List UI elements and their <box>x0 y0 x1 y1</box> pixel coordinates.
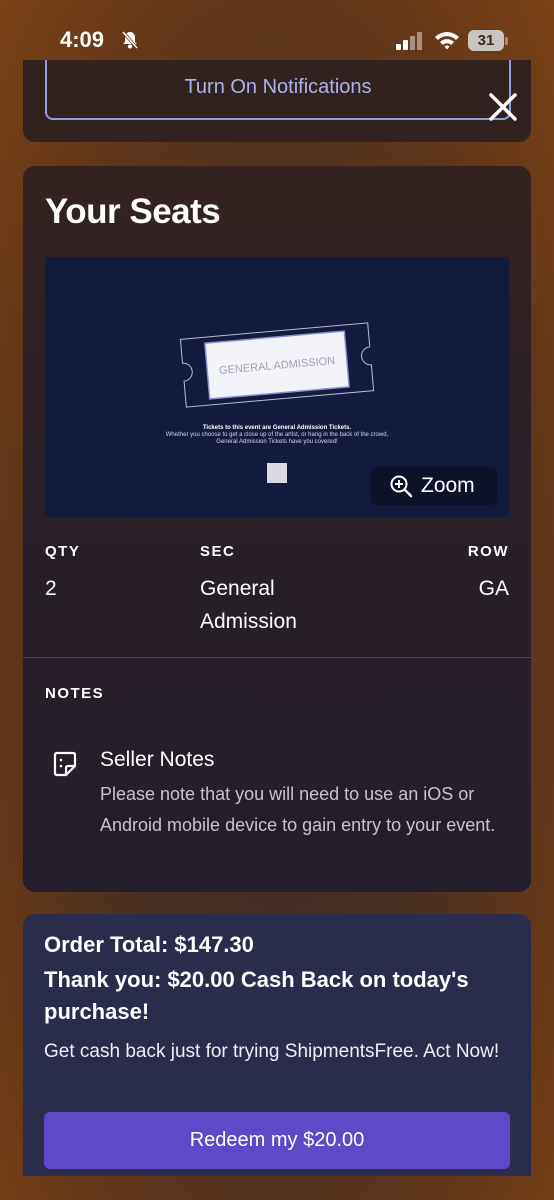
zoom-label: Zoom <box>421 474 475 497</box>
notification-card: Turn On Notifications <box>23 60 531 142</box>
row-label: ROW <box>467 543 509 560</box>
notes-label: NOTES <box>45 685 105 702</box>
cash-back-message: Thank you: $20.00 Cash Back on today's p… <box>44 967 469 1024</box>
divider <box>23 657 531 658</box>
battery-indicator: 31 <box>468 30 504 51</box>
zoom-button[interactable]: Zoom <box>371 467 497 505</box>
qty-value: 2 <box>45 577 57 600</box>
promo-text: Get cash back just for trying ShipmentsF… <box>44 1041 500 1062</box>
map-caption-text: Whether you choose to get a close up of … <box>165 432 389 445</box>
map-caption: Tickets to this event are General Admiss… <box>165 425 389 446</box>
redeem-button[interactable]: Redeem my $20.00 <box>44 1112 510 1169</box>
sec-value-line1: General <box>200 577 275 600</box>
order-summary-card: Order Total: $147.30 Thank you: $20.00 C… <box>23 914 531 1176</box>
order-total: Order Total: $147.30 <box>44 932 254 957</box>
sticky-note-icon <box>53 751 77 777</box>
zoom-in-icon <box>390 475 413 498</box>
row-value: GA <box>478 577 509 600</box>
status-time: 4:09 <box>60 27 105 52</box>
signal-icon <box>396 32 422 50</box>
seat-map[interactable]: GENERAL ADMISSION Tickets to this event … <box>45 257 509 517</box>
sec-value-line2: Admission <box>200 610 297 633</box>
ticket-illustration: GENERAL ADMISSION <box>179 322 375 408</box>
seats-title: Your Seats <box>45 192 221 231</box>
qty-label: QTY <box>45 543 81 560</box>
map-marker <box>267 463 287 483</box>
bell-off-icon <box>121 31 139 49</box>
sec-label: SEC <box>200 543 236 560</box>
wifi-icon <box>435 32 459 50</box>
battery-nub <box>505 37 508 45</box>
seller-notes-title: Seller Notes <box>100 748 215 771</box>
close-icon[interactable] <box>486 90 520 124</box>
your-seats-card: Your Seats GENERAL ADMISSION Tickets to … <box>23 166 531 892</box>
sec-value: General Admission <box>200 572 297 638</box>
map-caption-bold: Tickets to this event are General Admiss… <box>202 425 352 431</box>
seller-notes-body: Please note that you will need to use an… <box>100 784 496 835</box>
turn-on-notifications-button[interactable]: Turn On Notifications <box>45 60 511 120</box>
